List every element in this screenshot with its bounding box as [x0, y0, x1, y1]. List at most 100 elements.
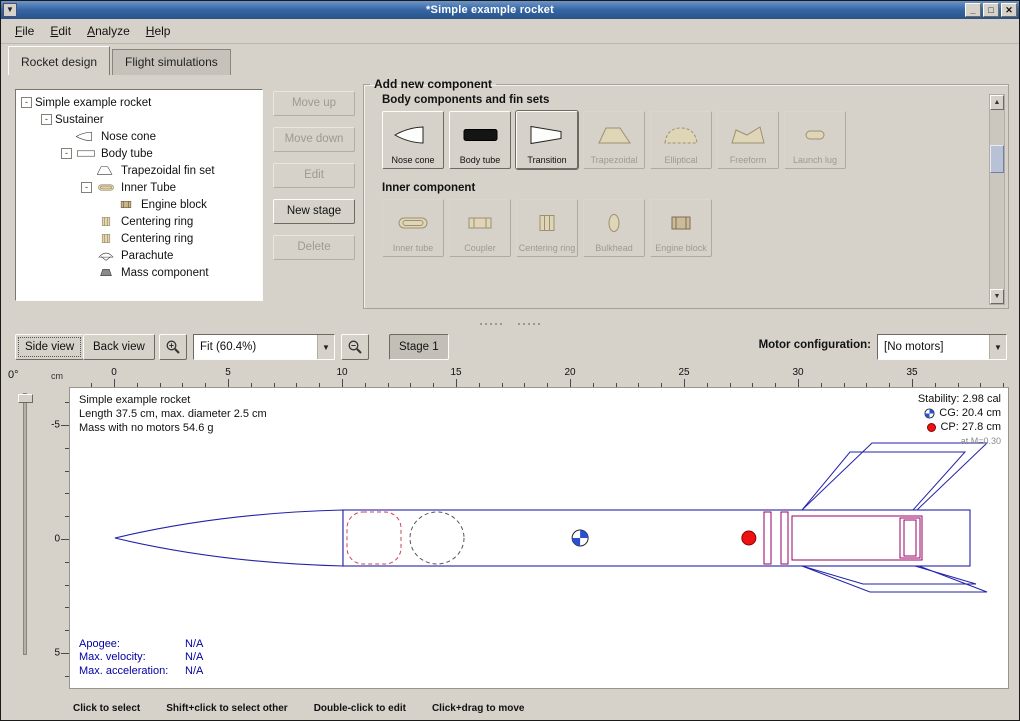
- scroll-up-icon[interactable]: ▲: [990, 95, 1004, 110]
- delete-button[interactable]: Delete: [273, 235, 355, 260]
- component-button-label: Centering ring: [519, 243, 576, 253]
- divider-grip-dot: [533, 323, 535, 325]
- zoom-in-button[interactable]: [159, 334, 187, 360]
- status-hint: Shift+click to select other: [166, 703, 287, 714]
- apogee-value: N/A: [185, 638, 203, 650]
- combo-arrow-icon[interactable]: ▼: [989, 335, 1006, 359]
- rocket-dimensions: Length 37.5 cm, max. diameter 2.5 cm: [79, 407, 267, 421]
- window-menu-icon[interactable]: ▼: [3, 3, 17, 17]
- ruler-tick: [61, 539, 69, 540]
- tree-expander-icon[interactable]: -: [41, 114, 52, 125]
- fin-top-far[interactable]: [802, 452, 965, 510]
- nose-cone-icon: [393, 122, 433, 148]
- tree-expander-icon[interactable]: -: [61, 148, 72, 159]
- menu-analyze[interactable]: Analyze: [79, 21, 138, 41]
- add-trapezoidal-button[interactable]: Trapezoidal: [583, 111, 645, 169]
- tree-item-simple-example-rocket[interactable]: -Simple example rocket: [18, 94, 260, 111]
- cg-marker: [572, 530, 588, 546]
- component-button-label: Elliptical: [664, 155, 697, 165]
- ruler-tick: [912, 379, 913, 387]
- divider-grip-dot: [518, 323, 520, 325]
- tab-rocket-design[interactable]: Rocket design: [8, 46, 110, 75]
- combo-arrow-icon[interactable]: ▼: [317, 335, 334, 359]
- divider-grip-dot: [490, 323, 492, 325]
- add-elliptical-button[interactable]: Elliptical: [650, 111, 712, 169]
- component-panel-scrollbar[interactable]: ▲ ▼: [989, 94, 1005, 305]
- add-centering-ring-button[interactable]: Centering ring: [516, 199, 578, 257]
- add-freeform-button[interactable]: Freeform: [717, 111, 779, 169]
- edit-button[interactable]: Edit: [273, 163, 355, 188]
- engine-block-icon: [115, 198, 137, 211]
- add-engine-block-button[interactable]: Engine block: [650, 199, 712, 257]
- tree-item-nose-cone[interactable]: Nose cone: [18, 128, 260, 145]
- zoom-level-value: Fit (60.4%): [194, 341, 317, 353]
- tree-expander-icon[interactable]: -: [81, 182, 92, 193]
- add-body-tube-button[interactable]: Body tube: [449, 111, 511, 169]
- rocket-name: Simple example rocket: [79, 393, 267, 407]
- ruler-tick: [114, 379, 115, 387]
- add-bulkhead-button[interactable]: Bulkhead: [583, 199, 645, 257]
- ruler-label: 30: [792, 367, 803, 378]
- add-inner-tube-button[interactable]: Inner tube: [382, 199, 444, 257]
- add-coupler-button[interactable]: Coupler: [449, 199, 511, 257]
- move-up-button[interactable]: Move up: [273, 91, 355, 116]
- menu-file[interactable]: File: [7, 21, 42, 41]
- rocket-mass: Mass with no motors 54.6 g: [79, 421, 267, 435]
- zoom-out-button[interactable]: [341, 334, 369, 360]
- add-transition-button[interactable]: Transition: [516, 111, 578, 169]
- parachute-icon: [95, 249, 117, 262]
- inner-tube-icon: [393, 203, 433, 243]
- back-view-button[interactable]: Back view: [83, 334, 155, 360]
- tree-item-body-tube[interactable]: - Body tube: [18, 145, 260, 162]
- flight-data-block: Apogee:N/A Max. velocity:N/A Max. accele…: [79, 638, 203, 679]
- tree-item-centering-ring[interactable]: Centering ring: [18, 213, 260, 230]
- minimize-button[interactable]: _: [965, 3, 981, 17]
- body-tube-outline-icon: [75, 147, 97, 160]
- zoom-level-combo[interactable]: Fit (60.4%) ▼: [193, 334, 335, 360]
- nose-cone-shape[interactable]: [115, 510, 343, 566]
- motor-configuration-combo[interactable]: [No motors] ▼: [877, 334, 1007, 360]
- ruler-unit-label: cm: [51, 371, 63, 381]
- side-view-button[interactable]: Side view: [15, 334, 84, 360]
- rotation-slider[interactable]: [23, 393, 27, 655]
- design-upper-pane: -Simple example rocket-SustainerNose con…: [1, 75, 1019, 318]
- tab-flight-simulations[interactable]: Flight simulations: [112, 49, 231, 75]
- menu-edit[interactable]: Edit: [42, 21, 79, 41]
- split-pane-divider[interactable]: [1, 318, 1019, 330]
- stage-1-toggle[interactable]: Stage 1: [389, 334, 449, 360]
- fin-bottom-far[interactable]: [802, 566, 976, 584]
- max-velocity-label: Max. velocity:: [79, 651, 185, 665]
- body-components-label: Body components and fin sets: [382, 94, 1004, 106]
- tree-item-centering-ring[interactable]: Centering ring: [18, 230, 260, 247]
- rocket-canvas[interactable]: Simple example rocket Length 37.5 cm, ma…: [69, 387, 1009, 689]
- add-launch-lug-button[interactable]: Launch lug: [784, 111, 846, 169]
- titlebar[interactable]: ▼ *Simple example rocket _ □ ✕: [1, 1, 1019, 19]
- tree-item-parachute[interactable]: Parachute: [18, 247, 260, 264]
- tree-item-trapezoidal-fin-set[interactable]: Trapezoidal fin set: [18, 162, 260, 179]
- tree-item-sustainer[interactable]: -Sustainer: [18, 111, 260, 128]
- maximize-button[interactable]: □: [983, 3, 999, 17]
- ruler-tick: [228, 379, 229, 387]
- component-tree[interactable]: -Simple example rocket-SustainerNose con…: [15, 89, 263, 301]
- move-down-button[interactable]: Move down: [273, 127, 355, 152]
- rotation-slider-handle[interactable]: [18, 394, 33, 403]
- tree-item-inner-tube[interactable]: -Inner Tube: [18, 179, 260, 196]
- menu-help[interactable]: Help: [138, 21, 179, 41]
- tree-item-engine-block[interactable]: Engine block: [18, 196, 260, 213]
- ruler-label: 10: [336, 367, 347, 378]
- close-button[interactable]: ✕: [1001, 3, 1017, 17]
- scroll-down-icon[interactable]: ▼: [990, 289, 1004, 304]
- tree-item-label: Body tube: [101, 148, 153, 160]
- add-nose-cone-button[interactable]: Nose cone: [382, 111, 444, 169]
- scrollbar-thumb[interactable]: [990, 145, 1004, 173]
- component-button-label: Engine block: [655, 243, 707, 253]
- divider-grip-dot: [485, 323, 487, 325]
- divider-grip-dot: [480, 323, 482, 325]
- tree-item-mass-component[interactable]: Mass component: [18, 264, 260, 281]
- centering-ring-icon: [95, 215, 117, 228]
- engine-block-icon: [661, 203, 701, 243]
- tree-expander-icon[interactable]: -: [21, 97, 32, 108]
- coupler-icon: [460, 210, 500, 236]
- new-stage-button[interactable]: New stage: [273, 199, 355, 224]
- body-tube-shape[interactable]: [343, 510, 970, 566]
